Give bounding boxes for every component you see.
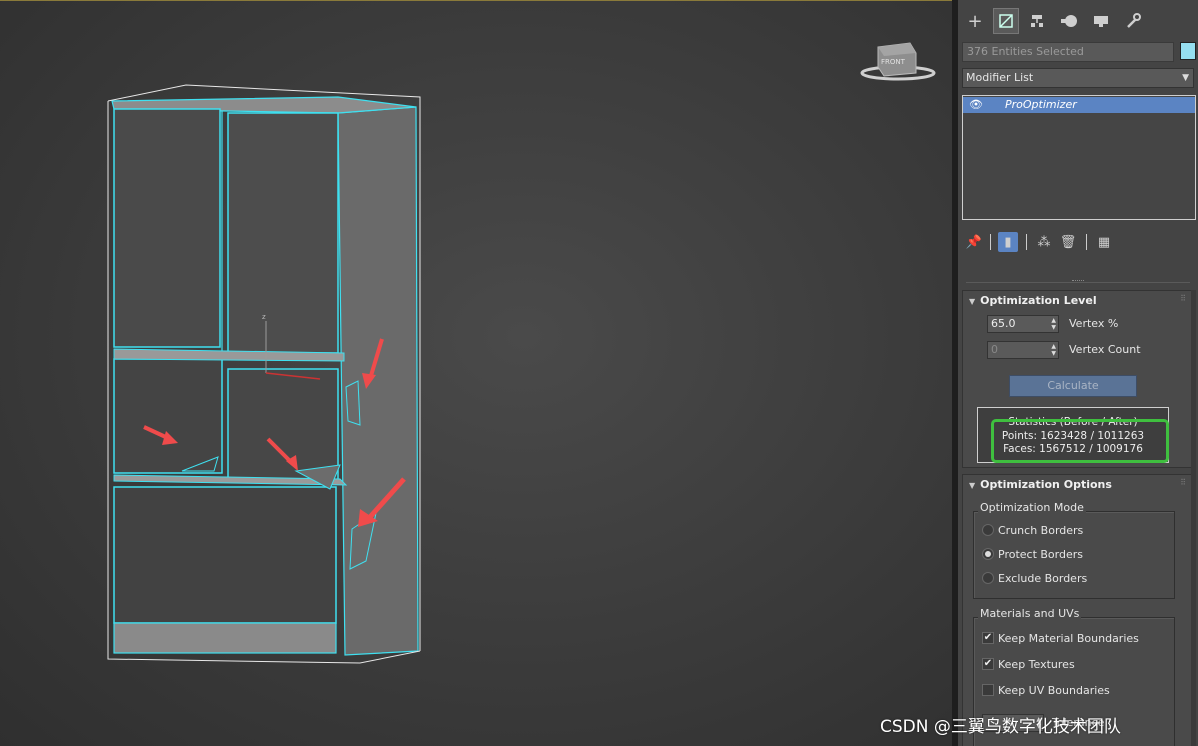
fridge-drawer-bottom (113, 486, 337, 624)
keep-textures-label: Keep Textures (998, 658, 1075, 671)
optimization-options-title[interactable]: ▼ Optimization Options (969, 478, 1112, 491)
utilities-tab-icon[interactable] (1120, 8, 1146, 34)
configure-modifier-sets-icon[interactable]: ▦ (1094, 232, 1114, 252)
keep-textures-checkbox[interactable]: ✔ (982, 658, 994, 670)
stack-toolbar: 📌 ▮ ⁂ 🗑 ▦ (958, 230, 1198, 254)
optimization-level-rollout: ▼ Optimization Level ⠿ 65.0 ▲ ▼ Vertex % 0… (962, 290, 1192, 468)
vertex-count-spinner[interactable]: 0 ▲ ▼ (987, 341, 1059, 359)
watermark: CSDN @三翼鸟数字化技术团队 (880, 717, 1121, 737)
viewcube[interactable]: FRONT (860, 42, 936, 81)
modifier-list-label: Modifier List (966, 71, 1034, 84)
optimization-mode-group: Optimization Mode Crunch Borders Protect… (973, 501, 1175, 599)
chevron-down-icon: ▼ (1182, 73, 1189, 83)
selection-name-field[interactable]: 376 Entities Selected (962, 42, 1174, 62)
optimization-options-rollout: ▼ Optimization Options ⠿ Optimization Mod… (962, 474, 1192, 746)
modifier-stack-item[interactable]: 👁 ProOptimizer (963, 97, 1195, 113)
fridge-door-upper-left (113, 108, 221, 348)
command-panel: + 376 Entities Selected Modifier List ▼ … (958, 0, 1198, 746)
vertex-percent-label: Vertex % (1069, 317, 1119, 330)
pin-stack-icon[interactable]: 📌 (964, 232, 984, 252)
keep-material-boundaries-label: Keep Material Boundaries (998, 632, 1139, 645)
modifier-stack[interactable]: 👁 ProOptimizer (962, 95, 1196, 220)
exclude-borders-radio[interactable] (982, 572, 994, 584)
trash-icon[interactable]: 🗑 (1058, 232, 1078, 252)
svg-text:z: z (262, 313, 266, 321)
crunch-borders-label: Crunch Borders (998, 524, 1084, 537)
motion-tab-icon[interactable] (1056, 8, 1082, 34)
modifier-stack-item-label: ProOptimizer (1005, 98, 1077, 111)
optimization-level-title[interactable]: ▼ Optimization Level (969, 294, 1097, 307)
keep-uv-boundaries-checkbox[interactable] (982, 684, 994, 696)
calculate-button[interactable]: Calculate (1009, 375, 1137, 397)
crunch-borders-radio[interactable] (982, 524, 994, 536)
viewport-scene: FRONT z (107, 42, 936, 664)
optimization-mode-title: Optimization Mode (978, 501, 1086, 514)
make-unique-icon[interactable]: ⁂ (1034, 232, 1054, 252)
keep-uv-boundaries-label: Keep UV Boundaries (998, 684, 1110, 697)
fridge-base (113, 622, 337, 654)
viewcube-label: FRONT (881, 58, 906, 66)
vertex-percent-spinner[interactable]: 65.0 ▲ ▼ (987, 315, 1059, 333)
fridge-side-panel (337, 106, 419, 656)
display-tab-icon[interactable] (1088, 8, 1114, 34)
create-tab-icon[interactable]: + (962, 8, 988, 34)
vertex-count-label: Vertex Count (1069, 343, 1141, 356)
fridge-door-upper-right (227, 112, 339, 354)
exclude-borders-label: Exclude Borders (998, 572, 1088, 585)
highlight-box (991, 419, 1169, 463)
hierarchy-tab-icon[interactable] (1024, 8, 1050, 34)
command-panel-tabs: + (958, 4, 1198, 40)
modify-tab-icon[interactable] (993, 8, 1019, 34)
show-end-result-icon[interactable]: ▮ (998, 232, 1018, 252)
object-color-swatch[interactable] (1180, 42, 1196, 60)
modifier-list-dropdown[interactable]: Modifier List ▼ (962, 68, 1194, 88)
protect-borders-radio[interactable] (982, 548, 994, 560)
fridge-drawer-middle-right (227, 368, 339, 482)
protect-borders-label: Protect Borders (998, 548, 1083, 561)
materials-uvs-title: Materials and UVs (978, 607, 1082, 620)
eye-icon[interactable]: 👁 (969, 98, 983, 111)
panel-scrollbar[interactable] (1191, 290, 1196, 746)
viewport[interactable]: FRONT z (0, 0, 952, 746)
keep-material-boundaries-checkbox[interactable]: ✔ (982, 632, 994, 644)
fridge-drawer-middle-left (113, 358, 223, 474)
